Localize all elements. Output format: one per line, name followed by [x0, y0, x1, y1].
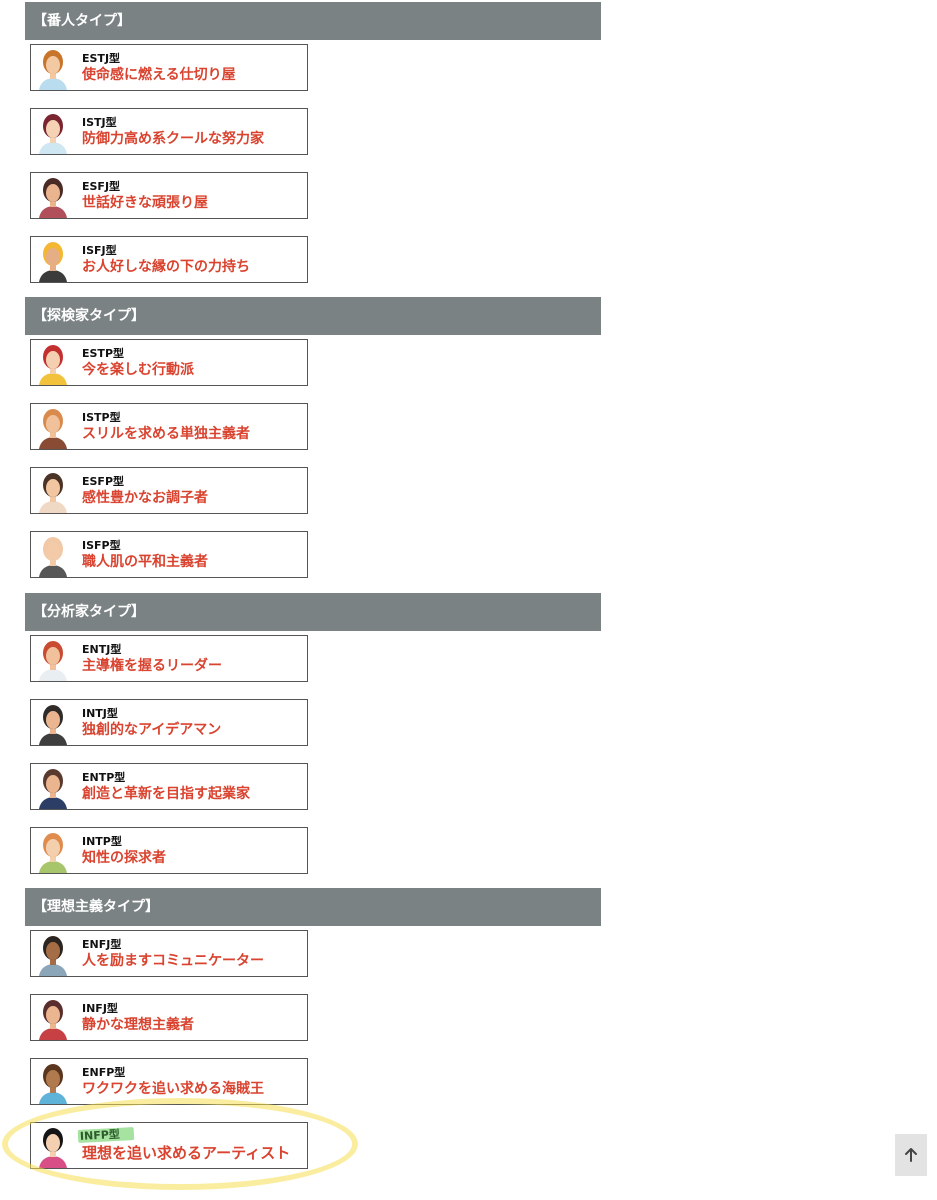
woman-red-hair-icon: [37, 341, 69, 385]
man-dark-skin-icon: [37, 932, 69, 976]
type-card[interactable]: ESFJ型 世話好きな頑張り屋: [30, 172, 308, 219]
woman-short-hair-icon: [37, 46, 69, 90]
type-title-link[interactable]: 独創的なアイデアマン: [82, 721, 221, 739]
type-code-label: ESFP型: [82, 475, 125, 488]
type-card[interactable]: ESTJ型 使命感に燃える仕切り屋: [30, 44, 308, 91]
type-card[interactable]: ISTJ型 防御力高め系クールな努力家: [30, 108, 308, 155]
type-title-link[interactable]: 静かな理想主義者: [82, 1016, 194, 1034]
man-red-beard-icon: [37, 637, 69, 681]
type-title-link[interactable]: 今を楽しむ行動派: [82, 361, 194, 379]
scroll-to-top-button[interactable]: [895, 1134, 927, 1176]
section-header: 【探検家タイプ】: [25, 297, 601, 335]
type-card[interactable]: ISTP型 スリルを求める単独主義者: [30, 403, 308, 450]
type-title-link[interactable]: 感性豊かなお調子者: [82, 489, 208, 507]
woman-curly-hair-icon: [37, 469, 69, 513]
type-code-label: INFP型: [77, 1127, 135, 1143]
type-title-link[interactable]: 理想を追い求めるアーティスト: [82, 1144, 290, 1162]
type-code-label: INTJ型: [82, 707, 118, 720]
type-title-link[interactable]: 知性の探求者: [82, 849, 166, 867]
type-code-label: ESFJ型: [82, 180, 121, 193]
man-afro-icon: [37, 1060, 69, 1104]
type-card-list: ENTJ型 主導権を握るリーダー INTJ型 独創的なアイデアマン ENTP型 創造と革新…: [25, 631, 601, 874]
section: 【理想主義タイプ】 ENFJ型 人を励ますコミュニケーター INFJ型 静かな理想主義者…: [25, 888, 601, 1186]
type-card[interactable]: ESFP型 感性豊かなお調子者: [30, 467, 308, 514]
type-title-link[interactable]: 世話好きな頑張り屋: [82, 194, 208, 212]
type-code-label: ESTJ型: [82, 52, 121, 65]
type-card-list: ESTP型 今を楽しむ行動派 ISTP型 スリルを求める単独主義者 ESFP型 感性豊かな…: [25, 335, 601, 578]
type-card[interactable]: ENFJ型 人を励ますコミュニケーター: [30, 930, 308, 977]
type-title-link[interactable]: 職人肌の平和主義者: [82, 553, 208, 571]
man-suit-beard-icon: [37, 765, 69, 809]
type-title-link[interactable]: 防御力高め系クールな努力家: [82, 130, 264, 148]
type-code-label: INTP型: [82, 835, 122, 848]
man-headband-icon: [37, 533, 69, 577]
woman-dark-hair-icon: [37, 110, 69, 154]
type-code-label: ENTJ型: [82, 643, 122, 656]
woman-black-hair-icon: [37, 1124, 69, 1168]
type-card[interactable]: ESTP型 今を楽しむ行動派: [30, 339, 308, 386]
type-card[interactable]: INTJ型 独創的なアイデアマン: [30, 699, 308, 746]
type-code-label: ISFP型: [82, 539, 121, 552]
type-title-link[interactable]: 使命感に燃える仕切り屋: [82, 66, 236, 84]
type-code-label: ENFJ型: [82, 938, 122, 951]
type-card[interactable]: ENTJ型 主導権を握るリーダー: [30, 635, 308, 682]
type-card[interactable]: INTP型 知性の探求者: [30, 827, 308, 874]
woman-orange-hair-icon: [37, 829, 69, 873]
type-card-list: ESTJ型 使命感に燃える仕切り屋 ISTJ型 防御力高め系クールな努力家 ESFJ型世…: [25, 40, 601, 283]
type-card[interactable]: ISFP型 職人肌の平和主義者: [30, 531, 308, 578]
type-code-label: ENFP型: [82, 1066, 126, 1079]
page: 【番人タイプ】 ESTJ型 使命感に燃える仕切り屋 ISTJ型 防御力高め系クールな努力…: [0, 0, 937, 1200]
section-header: 【理想主義タイプ】: [25, 888, 601, 926]
type-code-label: ISTP型: [82, 411, 121, 424]
type-code-label: ISFJ型: [82, 244, 117, 257]
man-dark-beard-icon: [37, 701, 69, 745]
type-title-link[interactable]: お人好しな縁の下の力持ち: [82, 258, 250, 276]
woman-long-hair-icon: [37, 174, 69, 218]
type-title-link[interactable]: 創造と革新を目指す起業家: [82, 785, 250, 803]
type-card[interactable]: ENFP型 ワクワクを追い求める海賊王: [30, 1058, 308, 1105]
man-hard-hat-icon: [37, 238, 69, 282]
section: 【分析家タイプ】 ENTJ型 主導権を握るリーダー INTJ型 独創的なアイデアマン EN…: [25, 593, 601, 891]
type-title-link[interactable]: 人を励ますコミュニケーター: [82, 952, 264, 970]
type-title-link[interactable]: スリルを求める単独主義者: [82, 425, 250, 443]
type-code-label: ESTP型: [82, 347, 125, 360]
type-card[interactable]: INFJ型 静かな理想主義者: [30, 994, 308, 1041]
type-title-link[interactable]: ワクワクを追い求める海賊王: [82, 1080, 264, 1098]
section: 【探検家タイプ】 ESTP型 今を楽しむ行動派 ISTP型 スリルを求める単独主義者 ES…: [25, 297, 601, 595]
type-code-label: ISTJ型: [82, 116, 117, 129]
type-title-link[interactable]: 主導権を握るリーダー: [82, 657, 222, 675]
arrow-up-icon: [905, 1148, 917, 1162]
type-code-label: ENTP型: [82, 771, 126, 784]
type-card[interactable]: ISFJ型 お人好しな縁の下の力持ち: [30, 236, 308, 283]
section-header: 【分析家タイプ】: [25, 593, 601, 631]
man-beard-icon: [37, 405, 69, 449]
section-header: 【番人タイプ】: [25, 2, 601, 40]
man-mustache-icon: [37, 996, 69, 1040]
type-card[interactable]: ENTP型 創造と革新を目指す起業家: [30, 763, 308, 810]
section: 【番人タイプ】 ESTJ型 使命感に燃える仕切り屋 ISTJ型 防御力高め系クールな努力…: [25, 2, 601, 300]
type-card-list: ENFJ型 人を励ますコミュニケーター INFJ型 静かな理想主義者 ENFP型 ワクワク…: [25, 926, 601, 1169]
type-card[interactable]: INFP型 理想を追い求めるアーティスト: [30, 1122, 308, 1169]
type-code-label: INFJ型: [82, 1002, 118, 1015]
